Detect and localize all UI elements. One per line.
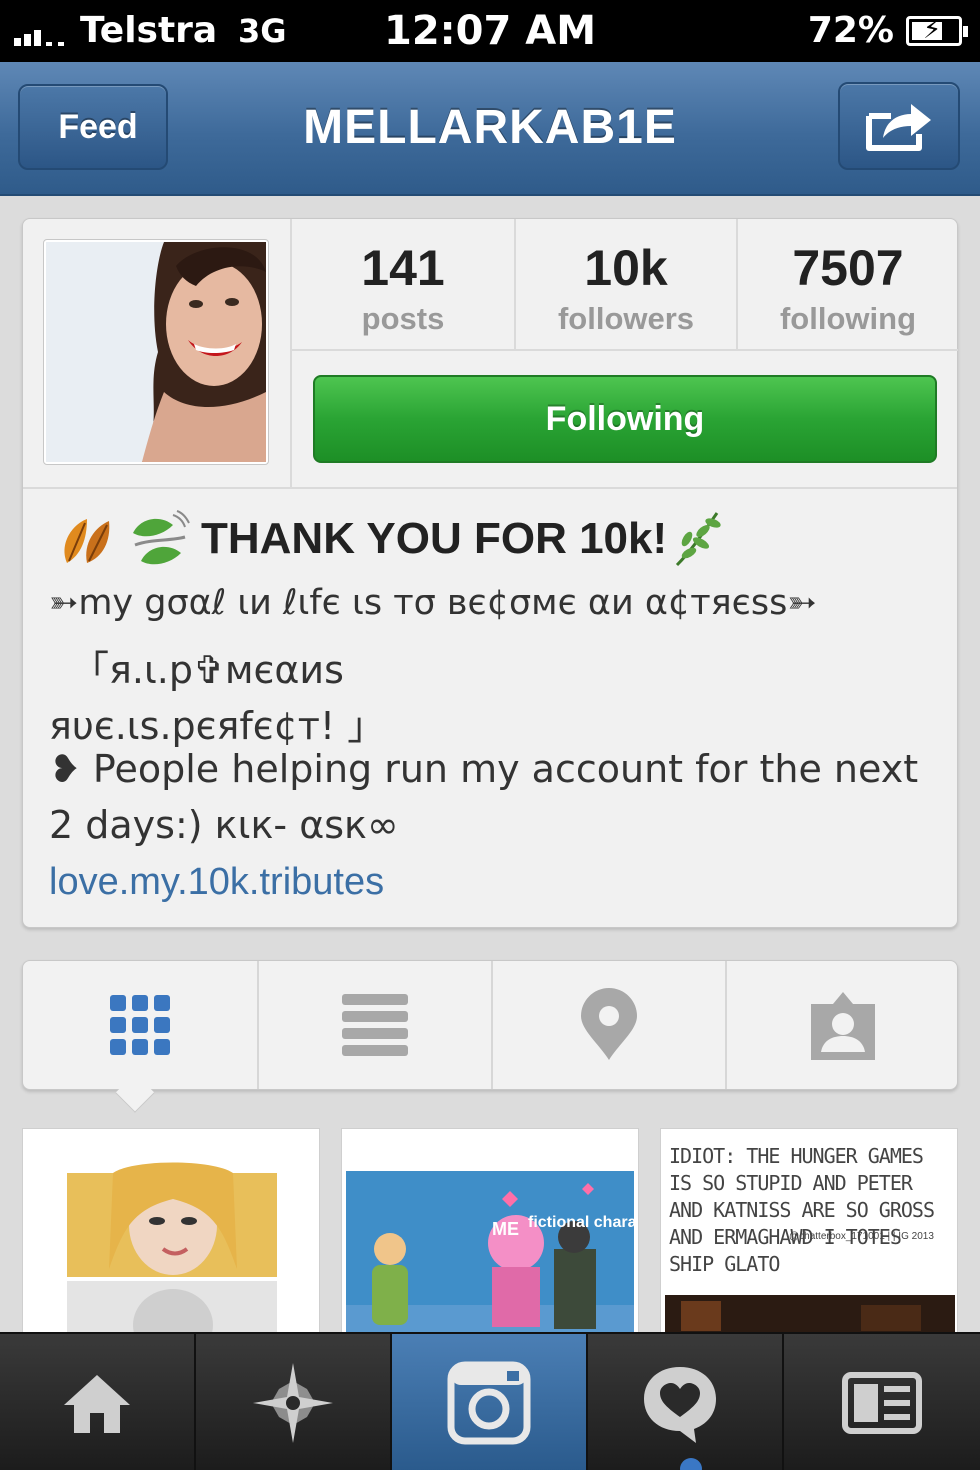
share-button[interactable] [838, 82, 960, 170]
tagged-icon [811, 992, 875, 1060]
stat-value: 141 [361, 240, 445, 296]
home-icon [64, 1375, 130, 1433]
bio-line: яυє.ιѕ.pєяfє¢т! 」 [49, 704, 386, 748]
bio-line: ❥ People helping run my account for the … [49, 747, 919, 791]
tab-camera[interactable] [392, 1334, 588, 1470]
profile-icon [842, 1372, 922, 1434]
photo-thumbnail[interactable]: ME fictional character [341, 1128, 639, 1338]
divider [23, 487, 957, 489]
stat-posts[interactable]: 141 posts [292, 219, 514, 349]
photo-thumbnail[interactable]: IDIOT: THE HUNGER GAMES IS SO STUPID AND… [660, 1128, 958, 1338]
bio-title: THANK YOU FOR 10k! [57, 509, 937, 569]
location-icon [581, 988, 637, 1060]
bio-line: 「я.ι.p✞мєαиѕ [71, 648, 344, 692]
status-bar: Telstra 3G 12:07 AM 72% ⚡ [0, 0, 980, 62]
leaves-icon [57, 509, 117, 569]
activity-icon [644, 1367, 716, 1443]
view-tabs [22, 960, 959, 1113]
photo-thumbnail[interactable] [22, 1128, 320, 1338]
stat-value: 7507 [792, 240, 904, 296]
stat-following[interactable]: 7507 following [736, 219, 958, 349]
battery-percent: 72% [807, 10, 894, 51]
avatar[interactable] [43, 239, 269, 465]
nav-bar: Feed MELLARKAB1E [0, 62, 980, 196]
wind-leaf-icon [127, 509, 191, 569]
page-title: MELLARKAB1E [303, 101, 677, 154]
herb-icon [667, 509, 727, 569]
stat-label: following [779, 301, 917, 336]
cartoon-char-label: fictional character [528, 1214, 639, 1231]
stats-row: 141 posts 10k followers 7507 following [292, 219, 958, 351]
tab-tagged-view[interactable] [725, 961, 959, 1089]
stat-followers[interactable]: 10k followers [514, 219, 736, 349]
bio-line: 2 days:) кιк- αѕк∞ [49, 803, 399, 847]
following-button[interactable]: Following [313, 375, 937, 463]
tab-explore[interactable] [196, 1334, 392, 1470]
bottom-tab-bar [0, 1332, 980, 1470]
cartoon-me-label: ME [492, 1219, 519, 1239]
bio-title-text: THANK YOU FOR 10k! [201, 514, 668, 563]
tab-home[interactable] [0, 1334, 196, 1470]
explore-icon [253, 1363, 333, 1443]
profile-card: 141 posts 10k followers 7507 following F… [22, 218, 958, 928]
quote-credit: @chatterbox_171001 | | IG 2013 [789, 1231, 934, 1242]
grid-icon [110, 995, 170, 1055]
share-icon [866, 104, 931, 151]
tab-profile[interactable] [784, 1334, 980, 1470]
quote-text: IDIOT: THE HUNGER GAMES IS SO STUPID AND… [669, 1144, 935, 1276]
tab-map-view[interactable] [491, 961, 725, 1089]
list-icon [342, 988, 408, 1062]
tab-list-view[interactable] [257, 961, 491, 1089]
stat-value: 10k [584, 240, 668, 296]
stat-label: followers [557, 301, 695, 336]
tab-grid-view[interactable] [23, 961, 257, 1089]
tab-activity[interactable] [588, 1334, 784, 1470]
bio-link[interactable]: love.my.10k.tributes [49, 861, 384, 904]
stat-label: posts [361, 301, 445, 336]
battery-icon: ⚡ [906, 15, 968, 46]
camera-icon [447, 1361, 531, 1445]
bio-line: ➳my gσαℓ ιи ℓιfє ιѕ тσ вє¢σмє αи α¢тяєѕѕ… [49, 583, 817, 623]
